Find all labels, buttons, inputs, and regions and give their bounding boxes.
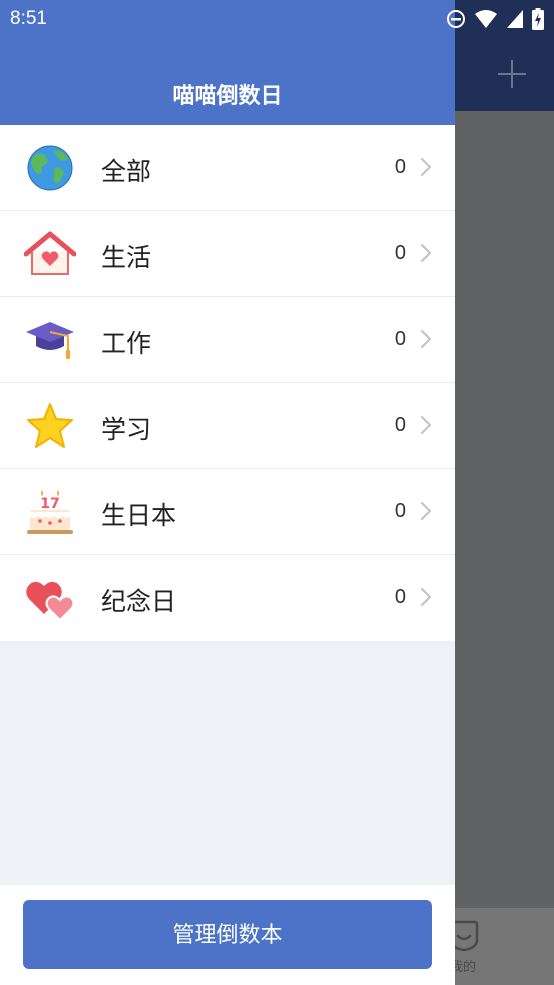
- category-item-birthday[interactable]: 17 生日本 0: [0, 469, 455, 555]
- category-label: 生活: [101, 243, 152, 272]
- category-label: 学习: [101, 415, 152, 444]
- chevron-right-icon: [420, 501, 432, 521]
- graduation-cap-icon: [26, 322, 74, 359]
- category-list: 全部 0 生活 0 工作 0 学习 0 17 生日本 0 纪念日 0: [0, 125, 455, 641]
- category-label: 工作: [101, 329, 152, 358]
- category-item-work[interactable]: 工作 0: [0, 297, 455, 383]
- status-bar: 8:51: [0, 0, 554, 38]
- wifi-icon: [475, 10, 497, 28]
- category-count: 0: [394, 242, 406, 264]
- chevron-right-icon: [420, 329, 432, 349]
- category-label: 生日本: [101, 501, 177, 530]
- house-heart-icon: [24, 231, 76, 275]
- navigation-drawer: 喵喵倒数日 全部 0 生活 0 工作 0 学习 0 17 生日本 0 纪念日 0…: [0, 0, 455, 985]
- globe-icon: [27, 145, 73, 191]
- category-count: 0: [394, 586, 406, 608]
- star-icon: [27, 403, 73, 448]
- category-label: 纪念日: [101, 587, 177, 616]
- chevron-right-icon: [420, 415, 432, 435]
- category-count: 0: [394, 156, 406, 178]
- category-count: 0: [394, 414, 406, 436]
- drawer-title: 喵喵倒数日: [172, 84, 283, 109]
- battery-charging-icon: [532, 8, 544, 30]
- category-label: 全部: [101, 157, 152, 186]
- svg-text:17: 17: [40, 496, 59, 512]
- drawer-footer: 管理倒数本: [0, 885, 455, 985]
- manage-countdown-books-button[interactable]: 管理倒数本: [23, 900, 432, 969]
- chevron-right-icon: [420, 157, 432, 177]
- add-icon[interactable]: [496, 58, 528, 90]
- two-hearts-icon: [26, 581, 75, 622]
- status-time: 8:51: [10, 8, 47, 29]
- category-item-anniversary[interactable]: 纪念日 0: [0, 555, 455, 641]
- category-item-life[interactable]: 生活 0: [0, 211, 455, 297]
- category-count: 0: [394, 500, 406, 522]
- do-not-disturb-icon: [447, 10, 465, 28]
- cellular-signal-icon: [507, 10, 523, 28]
- chevron-right-icon: [420, 243, 432, 263]
- category-item-all[interactable]: 全部 0: [0, 125, 455, 211]
- category-count: 0: [394, 328, 406, 350]
- chevron-right-icon: [420, 587, 432, 607]
- status-icons: [446, 8, 544, 30]
- birthday-cake-icon: 17: [27, 490, 73, 534]
- category-item-study[interactable]: 学习 0: [0, 383, 455, 469]
